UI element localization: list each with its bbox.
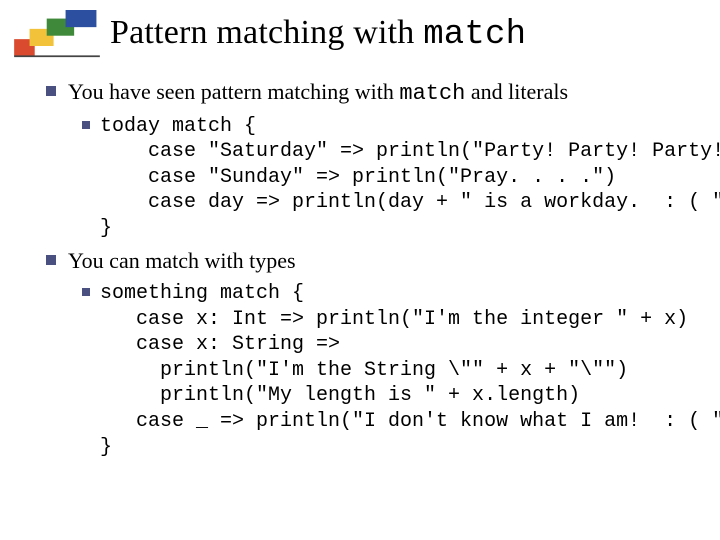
slide-body: You have seen pattern matching with matc… xyxy=(40,78,700,466)
title-text: Pattern matching with xyxy=(110,14,423,51)
slide: Pattern matching with match You have see… xyxy=(0,0,720,540)
slide-title: Pattern matching with match xyxy=(110,14,526,54)
bullet-types: You can match with types xyxy=(40,247,700,275)
bullet-literals: You have seen pattern matching with matc… xyxy=(40,78,700,108)
code-block-types: something match { case x: Int => println… xyxy=(76,281,700,460)
title-mono: match xyxy=(423,16,526,54)
bullet-literals-suffix: and literals xyxy=(465,79,568,104)
code-block-literals: today match { case "Saturday" => println… xyxy=(76,114,700,242)
bullet-literals-prefix: You have seen pattern matching with xyxy=(68,79,399,104)
bullet-literals-mono: match xyxy=(399,81,465,106)
logo-icon xyxy=(14,10,100,58)
